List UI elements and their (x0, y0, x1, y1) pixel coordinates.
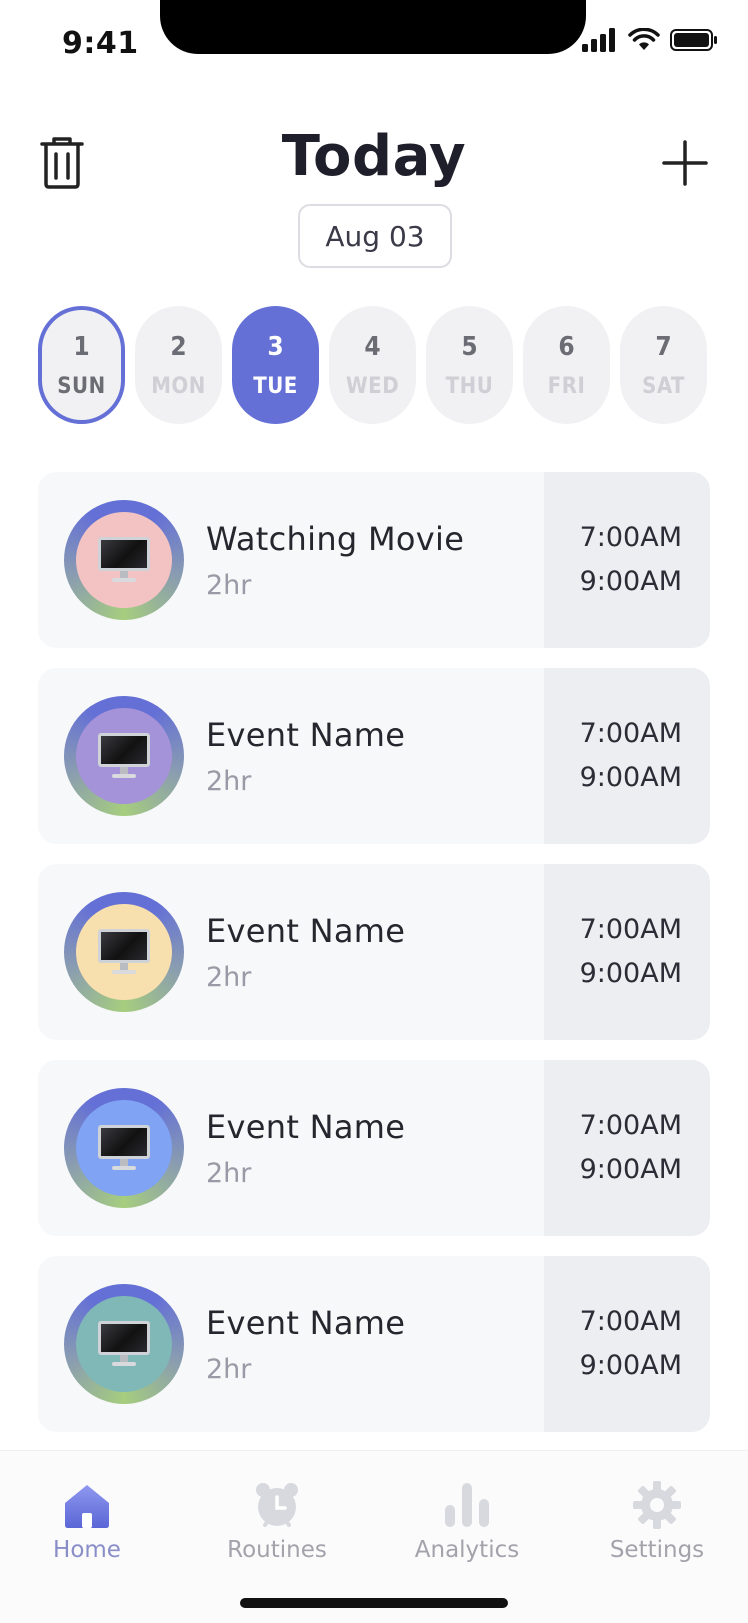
day-of-week: SAT (642, 373, 685, 399)
event-card[interactable]: Event Name 2hr 7:00AM 9:00AM (38, 864, 710, 1040)
event-end-time: 9:00AM (579, 1154, 682, 1185)
day-of-week: SUN (57, 373, 106, 399)
event-start-time: 7:00AM (579, 1110, 682, 1141)
plus-icon (662, 140, 708, 186)
event-info: Event Name 2hr (206, 1108, 405, 1189)
event-start-time: 7:00AM (579, 522, 682, 553)
event-avatar-fill (76, 1100, 172, 1196)
add-event-button[interactable] (660, 138, 710, 188)
event-end-time: 9:00AM (579, 1350, 682, 1381)
event-start-time: 7:00AM (579, 1306, 682, 1337)
day-number: 5 (461, 331, 478, 362)
event-times: 7:00AM 9:00AM (544, 472, 710, 648)
status-icons (582, 28, 718, 52)
tab-routines[interactable]: Routines (212, 1481, 342, 1581)
event-name: Event Name (206, 1108, 406, 1146)
event-end-time: 9:00AM (579, 958, 682, 989)
home-indicator (240, 1598, 508, 1608)
day-tue[interactable]: 3 TUE (232, 306, 319, 424)
home-icon (65, 1485, 109, 1528)
event-times: 7:00AM 9:00AM (544, 864, 710, 1040)
day-of-week: MON (151, 373, 206, 399)
monitor-icon (98, 1321, 150, 1367)
header: Today Aug 03 (0, 110, 748, 280)
monitor-icon (98, 929, 150, 975)
tab-home[interactable]: Home (22, 1481, 152, 1581)
bar-chart-icon (445, 1483, 489, 1527)
event-avatar (64, 1284, 184, 1404)
day-of-week: WED (345, 373, 400, 399)
event-card[interactable]: Watching Movie 2hr 7:00AM 9:00AM (38, 472, 710, 648)
day-number: 3 (267, 331, 284, 362)
event-end-time: 9:00AM (579, 762, 682, 793)
event-duration: 2hr (206, 1354, 252, 1385)
event-list: Watching Movie 2hr 7:00AM 9:00AM Event N… (38, 472, 710, 1452)
event-info: Event Name 2hr (206, 912, 405, 993)
day-number: 1 (73, 331, 90, 362)
event-card[interactable]: Event Name 2hr 7:00AM 9:00AM (38, 1060, 710, 1236)
event-info: Watching Movie 2hr (206, 520, 464, 601)
event-duration: 2hr (206, 766, 252, 797)
day-number: 7 (655, 331, 672, 362)
event-card[interactable]: Event Name 2hr 7:00AM 9:00AM (38, 668, 710, 844)
event-avatar-fill (76, 1296, 172, 1392)
event-duration: 2hr (206, 570, 252, 601)
event-info: Event Name 2hr (206, 1304, 405, 1385)
event-duration: 2hr (206, 1158, 252, 1189)
tab-label: Routines (227, 1537, 327, 1563)
day-fri[interactable]: 6 FRI (523, 306, 610, 424)
day-thu[interactable]: 5 THU (426, 306, 513, 424)
tab-analytics[interactable]: Analytics (402, 1481, 532, 1581)
event-avatar-fill (76, 708, 172, 804)
event-start-time: 7:00AM (579, 914, 682, 945)
day-number: 6 (558, 331, 575, 362)
monitor-icon (98, 1125, 150, 1171)
event-avatar-fill (76, 512, 172, 608)
page-title: Today (281, 124, 467, 189)
date-selector[interactable]: Aug 03 (298, 204, 452, 268)
day-sat[interactable]: 7 SAT (620, 306, 707, 424)
day-of-week: TUE (253, 373, 298, 399)
monitor-icon (98, 537, 150, 583)
day-number: 4 (364, 331, 381, 362)
monitor-icon (98, 733, 150, 779)
event-avatar-fill (76, 904, 172, 1000)
event-duration: 2hr (206, 962, 252, 993)
week-selector: 1 SUN 2 MON 3 TUE 4 WED 5 THU 6 FRI 7 SA… (38, 306, 710, 424)
gear-icon (633, 1481, 681, 1529)
day-of-week: THU (445, 373, 494, 399)
battery-icon (670, 29, 717, 51)
day-number: 2 (170, 331, 187, 362)
alarm-clock-icon (256, 1483, 298, 1527)
event-name: Event Name (206, 716, 406, 754)
event-times: 7:00AM 9:00AM (544, 1256, 710, 1432)
event-times: 7:00AM 9:00AM (544, 668, 710, 844)
event-card[interactable]: Event Name 2hr 7:00AM 9:00AM (38, 1256, 710, 1432)
status-bar: 9:41 (0, 0, 748, 90)
event-start-time: 7:00AM (579, 718, 682, 749)
day-mon[interactable]: 2 MON (135, 306, 222, 424)
event-end-time: 9:00AM (579, 566, 682, 597)
tab-label: Home (53, 1537, 121, 1563)
event-avatar (64, 500, 184, 620)
day-of-week: FRI (547, 373, 586, 399)
event-avatar (64, 892, 184, 1012)
event-times: 7:00AM 9:00AM (544, 1060, 710, 1236)
tab-label: Analytics (414, 1537, 520, 1563)
tab-settings[interactable]: Settings (592, 1481, 722, 1581)
tab-label: Settings (609, 1537, 705, 1563)
wifi-icon (628, 28, 660, 50)
day-sun[interactable]: 1 SUN (38, 306, 125, 424)
event-name: Watching Movie (206, 520, 465, 558)
notch (160, 0, 586, 54)
event-avatar (64, 696, 184, 816)
cellular-signal-icon (582, 28, 615, 52)
event-avatar (64, 1088, 184, 1208)
event-info: Event Name 2hr (206, 716, 405, 797)
day-wed[interactable]: 4 WED (329, 306, 416, 424)
status-time: 9:41 (62, 26, 139, 61)
event-name: Event Name (206, 912, 406, 950)
event-name: Event Name (206, 1304, 406, 1342)
